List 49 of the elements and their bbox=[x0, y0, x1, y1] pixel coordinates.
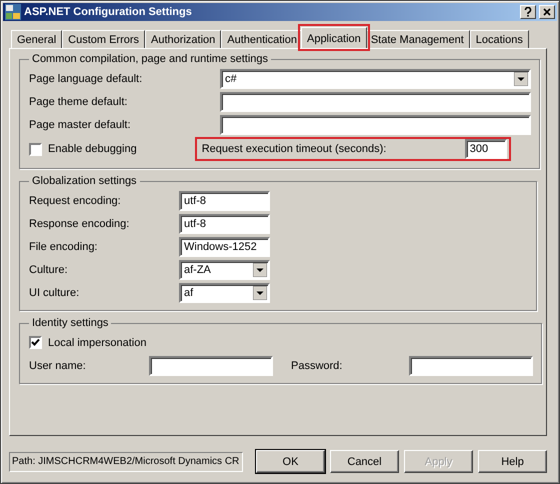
input-field[interactable] bbox=[220, 92, 531, 112]
field-label: Password: bbox=[291, 360, 344, 372]
field-label: Request execution timeout (seconds): bbox=[202, 143, 388, 155]
path-field: Path: JIMSCHCRM4WEB2/Microsoft Dynamics CR bbox=[9, 452, 243, 472]
dropdown-arrow-icon[interactable] bbox=[253, 262, 267, 276]
tab[interactable]: State Management bbox=[364, 30, 470, 48]
field-label: Request encoding: bbox=[29, 194, 122, 206]
tab[interactable]: General bbox=[11, 30, 62, 48]
field-label: Page theme default: bbox=[29, 96, 128, 108]
field-label: Page language default: bbox=[29, 72, 144, 84]
dropdown-arrow-icon[interactable] bbox=[514, 72, 528, 86]
app-icon bbox=[5, 4, 21, 20]
close-icon bbox=[543, 8, 551, 16]
checkbox-label: Local impersonation bbox=[48, 336, 146, 348]
group-title: Common compilation, page and runtime settings bbox=[31, 53, 270, 65]
input-field[interactable]: Windows-1252 bbox=[179, 236, 270, 256]
field-label: UI culture: bbox=[29, 286, 80, 298]
window-title: ASP.NET Configuration Settings bbox=[24, 6, 193, 18]
field-label: User name: bbox=[29, 360, 87, 372]
field-label: File encoding: bbox=[29, 240, 98, 252]
tab[interactable]: Authentication bbox=[221, 30, 303, 48]
field-label: Page master default: bbox=[29, 118, 132, 130]
input-field[interactable]: utf-8 bbox=[179, 214, 270, 234]
input-field[interactable] bbox=[149, 356, 273, 376]
tab[interactable]: Application bbox=[300, 27, 367, 48]
dropdown-arrow-icon[interactable] bbox=[253, 286, 267, 300]
field-label: Response encoding: bbox=[29, 218, 130, 230]
dialog-button[interactable]: Cancel bbox=[330, 450, 399, 473]
help-button[interactable] bbox=[520, 5, 536, 19]
input-field[interactable] bbox=[220, 114, 531, 134]
dropdown-field[interactable]: c# bbox=[220, 68, 531, 88]
password-field[interactable] bbox=[409, 356, 533, 376]
dialog-button[interactable]: Help bbox=[478, 450, 547, 473]
checkbox[interactable] bbox=[29, 336, 42, 349]
group-title: Identity settings bbox=[31, 317, 110, 329]
checkbox[interactable] bbox=[29, 142, 42, 156]
tab[interactable]: Locations bbox=[470, 30, 529, 48]
field-label: Culture: bbox=[29, 264, 69, 276]
input-field[interactable]: utf-8 bbox=[179, 190, 270, 210]
group-title: Globalization settings bbox=[31, 175, 138, 187]
dropdown-field[interactable]: af bbox=[179, 282, 270, 302]
input-field[interactable]: 300 bbox=[464, 139, 507, 159]
tab[interactable]: Authorization bbox=[145, 30, 222, 48]
checkbox-label: Enable debugging bbox=[48, 143, 137, 155]
question-mark-icon bbox=[524, 7, 532, 17]
close-button[interactable] bbox=[539, 5, 555, 19]
tab[interactable]: Custom Errors bbox=[62, 30, 146, 48]
dialog-button[interactable]: OK bbox=[256, 450, 325, 473]
dropdown-field[interactable]: af-ZA bbox=[179, 260, 270, 280]
